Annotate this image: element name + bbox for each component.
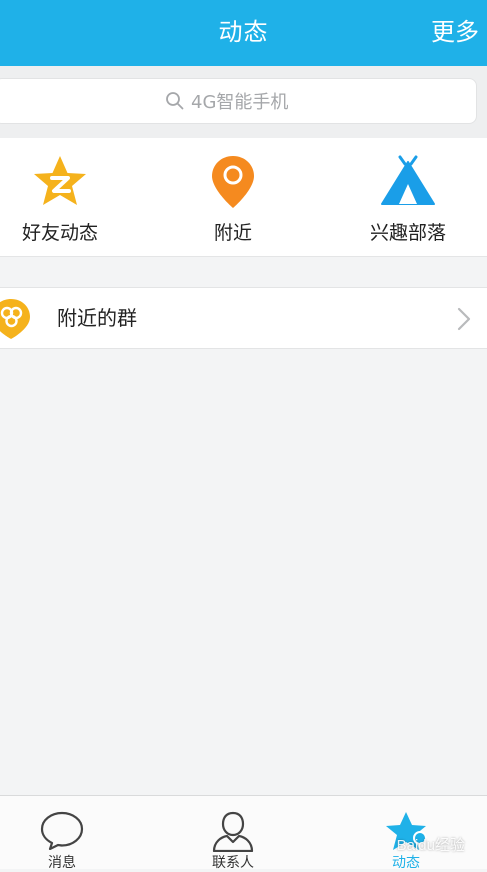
tab-label: 联系人	[212, 855, 254, 871]
feature-label: 兴趣部落	[369, 222, 446, 244]
list-item-label: 附近的群	[57, 306, 137, 330]
chevron-right-icon	[457, 307, 471, 331]
page-title: 动态	[218, 18, 269, 46]
qzone-star-icon	[34, 156, 86, 205]
feature-label: 好友动态	[21, 222, 98, 244]
search-area: 4G智能手机	[0, 66, 487, 138]
more-button[interactable]: 更多	[431, 0, 479, 66]
list-item-nearby-groups[interactable]: 附近的群	[0, 287, 487, 349]
feature-nearby[interactable]: 附近	[168, 138, 298, 256]
tribe-tent-icon	[381, 155, 435, 205]
tab-messages[interactable]: 消息	[2, 796, 122, 871]
tab-label: 动态	[392, 855, 420, 871]
tab-contacts[interactable]: 联系人	[173, 796, 293, 871]
location-pin-icon	[212, 156, 254, 208]
nearby-group-icon	[0, 299, 30, 339]
watermark: Baidu经验	[396, 837, 465, 854]
bottom-tab-bar: 消息 联系人 动态	[0, 795, 487, 871]
feature-friends-feed[interactable]: 好友动态	[0, 138, 125, 256]
tab-dynamic[interactable]: 动态	[346, 796, 466, 871]
search-placeholder: 4G智能手机	[191, 92, 289, 113]
feature-interest-tribe[interactable]: 兴趣部落	[343, 138, 473, 256]
contacts-person-icon	[212, 811, 254, 852]
message-bubble-icon	[40, 811, 84, 850]
feature-label: 附近	[213, 222, 252, 244]
search-icon	[166, 92, 184, 110]
search-input[interactable]: 4G智能手机	[0, 78, 477, 124]
feature-grid: 好友动态 附近 兴趣部落	[0, 138, 487, 257]
tab-label: 消息	[48, 855, 76, 871]
top-header: 动态 更多	[0, 0, 487, 66]
